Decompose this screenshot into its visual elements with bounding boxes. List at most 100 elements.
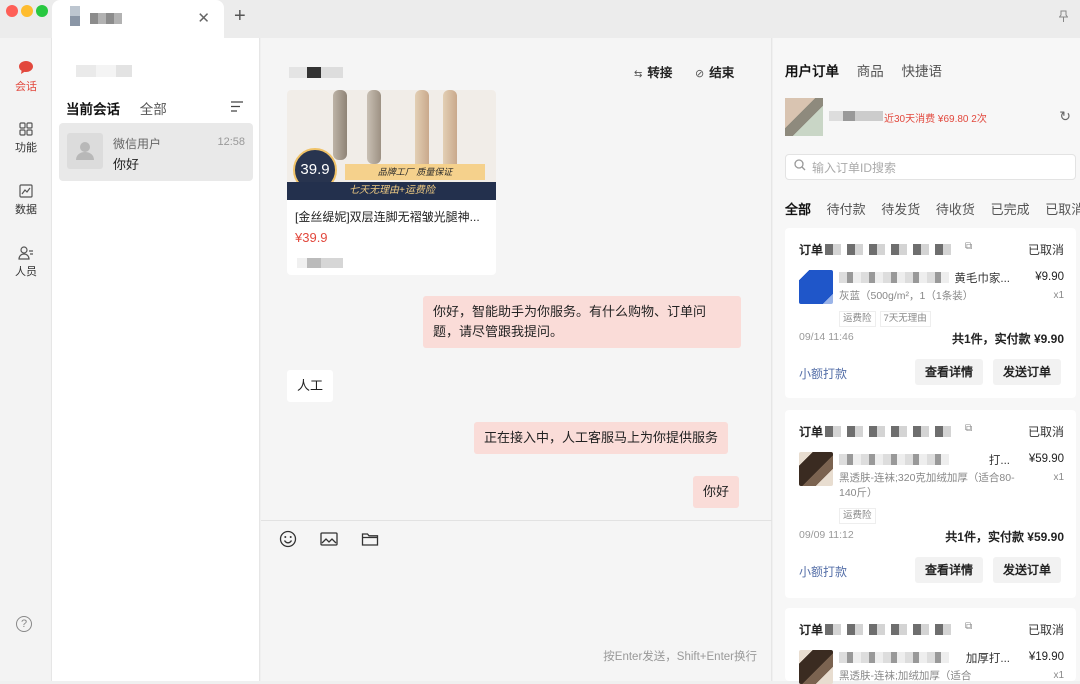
order-total: 共1件，实付款 ¥59.90 (945, 530, 1064, 544)
order-search-input[interactable] (812, 159, 1062, 177)
image-icon[interactable] (320, 530, 338, 553)
conversation-tabs: 当前会话 全部 (66, 98, 183, 118)
right-panel-tabs: 用户订单 商品 快捷语 (785, 60, 956, 80)
minimize-window-button[interactable] (21, 5, 33, 17)
end-check-icon: ⊘ (695, 68, 705, 80)
copy-icon[interactable]: ⧉ (965, 621, 972, 632)
rail-item-data[interactable]: 数据 (0, 184, 52, 217)
order-card: 订单 ⧉ 已取消 打... ¥59.90 x1 黑透肤-连袜;320克加绒加厚（… (785, 410, 1076, 598)
filter-all[interactable]: 全部 (785, 202, 811, 217)
transfer-button[interactable]: ⇆ 转接 (634, 62, 672, 81)
order-tag: 运费险 (839, 508, 876, 524)
order-item-image (799, 270, 833, 304)
order-id-redacted (825, 624, 955, 635)
send-order-button[interactable]: 发送订单 (993, 359, 1061, 385)
order-item-image (799, 452, 833, 486)
order-item-tags: 运费险 7天无理由 (839, 308, 935, 327)
rail-item-chat[interactable]: 会话 (0, 60, 52, 94)
grid-icon (19, 122, 33, 136)
conversation-item[interactable]: 微信用户 12:58 你好 (59, 123, 253, 181)
copy-icon[interactable]: ⧉ (965, 423, 972, 434)
order-item-price: ¥19.90 (1028, 651, 1064, 663)
send-hint: 按Enter发送，Shift+Enter换行 (603, 651, 757, 663)
small-payment-link[interactable]: 小额打款 (799, 563, 847, 580)
order-item-price: ¥9.90 (1035, 271, 1064, 283)
close-window-button[interactable] (6, 5, 18, 17)
folder-icon[interactable] (361, 530, 379, 553)
tab-title-redacted (90, 13, 122, 24)
order-id-redacted (825, 244, 955, 255)
copy-icon[interactable]: ⧉ (965, 241, 972, 252)
product-title: [金丝缇妮]双层连脚无褶皱光腿神... (295, 210, 480, 224)
transfer-label: 转接 (647, 66, 673, 80)
rail-label-chat: 会话 (15, 81, 37, 93)
tab-all-conversations[interactable]: 全部 (140, 102, 167, 117)
order-id-label: 订单 (799, 425, 824, 439)
order-item-qty: x1 (1053, 290, 1064, 301)
order-status: 已取消 (1027, 425, 1064, 439)
order-tag: 7天无理由 (879, 311, 931, 327)
nav-rail: 会话 功能 数据 人员 ? (0, 38, 52, 681)
new-tab-button[interactable]: + (234, 5, 246, 28)
conversation-panel: 当前会话 全部 微信用户 12:58 你好 (52, 38, 260, 681)
maximize-window-button[interactable] (36, 5, 48, 17)
filter-pending-payment[interactable]: 待付款 (827, 202, 866, 217)
order-status: 已取消 (1027, 623, 1064, 637)
tab-user-orders[interactable]: 用户订单 (785, 64, 839, 79)
customer-spend-stat: 近30天消费 ¥69.80 2次 (884, 114, 987, 125)
rail-label-staff: 人员 (15, 266, 37, 278)
order-panel: 用户订单 商品 快捷语 近30天消费 ¥69.80 2次 ↻ 全部 待付款 待发… (773, 38, 1080, 684)
small-payment-link[interactable]: 小额打款 (799, 365, 847, 382)
chat-area: ⇆ 转接 ⊘ 结束 39.9 品牌工厂 质量保证 七天无理由+运费险 [金丝缇妮]双… (261, 38, 772, 681)
tab-favicon-icon (70, 6, 80, 26)
view-detail-button[interactable]: 查看详情 (915, 359, 983, 385)
message-bubble-agent: 你好 (693, 476, 740, 508)
filter-pending-receipt[interactable]: 待收货 (936, 202, 975, 217)
order-item-spec: 灰蓝（500g/m²，1（1条装） (839, 290, 974, 302)
view-detail-button[interactable]: 查看详情 (915, 557, 983, 583)
rail-item-staff[interactable]: 人员 (0, 246, 52, 279)
message-bubble-agent: 你好，智能助手为你服务。有什么购物、订单问题，请尽管跟我提问。 (423, 296, 741, 348)
tab-close-icon[interactable]: ✕ (197, 9, 210, 27)
order-item-image (799, 650, 833, 684)
rail-item-functions[interactable]: 功能 (0, 122, 52, 155)
order-item-tags: 运费险 (839, 505, 880, 524)
order-tag: 运费险 (839, 311, 876, 327)
input-divider (261, 520, 772, 521)
sort-filter-icon[interactable] (231, 100, 243, 115)
filter-pending-shipment[interactable]: 待发货 (881, 202, 920, 217)
send-order-button[interactable]: 发送订单 (993, 557, 1061, 583)
pin-icon[interactable] (1058, 10, 1069, 25)
customer-avatar (785, 98, 823, 136)
default-avatar-icon (76, 142, 94, 160)
shop-name-redacted (66, 65, 132, 77)
conversation-last-message: 你好 (113, 157, 140, 172)
order-search (785, 154, 1076, 180)
filter-cancelled[interactable]: 已取消 (1045, 202, 1080, 217)
transfer-icon: ⇆ (634, 69, 643, 80)
browser-tab[interactable]: ✕ (52, 0, 224, 38)
order-total: 共1件，实付款 ¥9.90 (951, 332, 1064, 346)
end-label: 结束 (709, 66, 735, 80)
product-price: ¥39.9 (295, 230, 328, 245)
filter-completed[interactable]: 已完成 (991, 202, 1030, 217)
product-card[interactable]: 39.9 品牌工厂 质量保证 七天无理由+运费险 [金丝缇妮]双层连脚无褶皱光腿… (287, 90, 496, 275)
message-bubble-agent: 正在接入中，人工客服马上为你提供服务 (474, 422, 729, 454)
product-image: 39.9 品牌工厂 质量保证 七天无理由+运费险 (287, 90, 496, 200)
order-item-name: 黄毛巾家... (954, 273, 1010, 285)
customer-name-redacted (829, 111, 883, 121)
tab-quick-replies[interactable]: 快捷语 (902, 64, 943, 79)
tab-products[interactable]: 商品 (857, 64, 884, 79)
help-icon[interactable]: ? (16, 616, 32, 632)
order-item-name: 打... (988, 455, 1010, 467)
order-id-label: 订单 (799, 243, 824, 257)
end-chat-button[interactable]: ⊘ 结束 (695, 62, 734, 81)
order-item-spec: 黑透肤-连袜;320克加绒加厚（适合80-140斤） (839, 472, 1015, 499)
emoji-icon[interactable] (279, 530, 297, 553)
order-card: 订单 ⧉ 已取消 加厚打... ¥19.90 x1 黑透肤-连袜;加绒加厚（适合 (785, 608, 1076, 684)
person-icon (18, 246, 33, 260)
tab-current-conversations[interactable]: 当前会话 (66, 102, 120, 117)
product-banner-bottom: 七天无理由+运费险 (287, 182, 496, 200)
order-time: 09/14 11:46 (799, 331, 854, 343)
refresh-icon[interactable]: ↻ (1059, 108, 1071, 125)
